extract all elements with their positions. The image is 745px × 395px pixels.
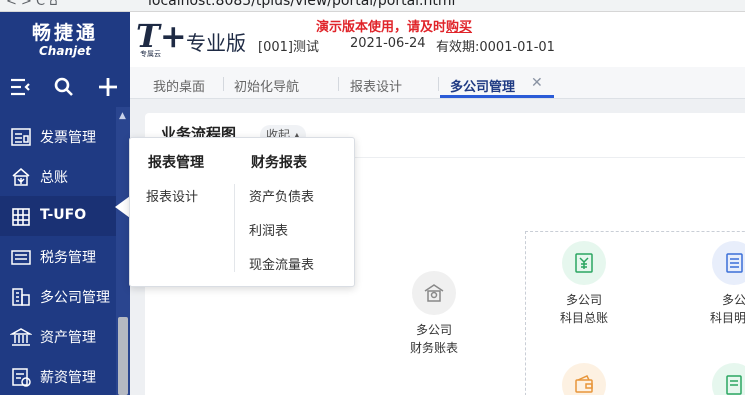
product-logo: T+ 专属云 [136,17,187,58]
tab-init-guide[interactable]: 初始化导航 [234,76,299,95]
asset-icon [10,328,32,346]
node-icon-circle [562,241,606,285]
product-logo-text: T+ [136,17,187,55]
document-icon [726,375,742,395]
browser-toolbar: < > C ⌂ localhost:8085/tplus/view/portal… [0,0,745,12]
invoice-icon [11,128,31,146]
flow-node-document[interactable] [689,363,745,395]
menu-item-cash-flow[interactable]: 现金流量表 [249,254,314,273]
node-label-line1: 多公 [721,293,745,307]
tab-divider [438,77,439,91]
brand-name-cn: 畅捷通 [31,22,98,44]
tab-divider [223,77,224,91]
sidebar-toolbar [0,67,130,107]
sidebar-item-label: 多公司管理 [40,290,110,306]
sidebar-item-label: 税务管理 [40,250,96,266]
wallet-icon [575,375,593,393]
sidebar-item-label: 总账 [40,170,68,186]
sidebar-item-label: 资产管理 [40,330,96,346]
sidebar-item-label: 薪资管理 [40,370,96,386]
tab-divider [338,77,339,91]
menu-group-title: 报表管理 [148,155,204,171]
tab-bar: 我的桌面 初始化导航 报表设计 多公司管理 ✕ [130,67,745,99]
dropdown-pointer [115,196,130,218]
node-icon-circle [712,241,745,285]
product-edition: 专业版 [186,31,246,55]
close-tab-icon[interactable]: ✕ [531,75,543,91]
brand-logo[interactable]: 畅捷通 Chanjet [0,12,130,67]
flow-node-subject-detail[interactable]: 多公 科目明细 [689,241,745,327]
sidebar: 发票管理 总账 T-UFO 税务管理 多公司管理 资产管理 薪资管理 ▲ [0,67,130,395]
yuan-doc-icon [575,253,593,273]
detail-doc-icon [726,253,743,273]
add-icon[interactable] [94,73,122,101]
validity-date: 有效期:0001-01-01 [436,40,555,55]
node-label-line2: 科目总账 [559,311,608,325]
flow-node-financial-books[interactable]: 多公司 财务账表 [389,271,479,357]
active-tab-indicator [440,95,554,98]
menu-item-balance-sheet[interactable]: 资产负债表 [249,186,314,205]
tab-my-desktop[interactable]: 我的桌面 [153,76,205,95]
menu-toggle-icon[interactable] [6,73,34,101]
flow-node-wallet[interactable] [539,363,629,395]
salary-icon [12,368,31,387]
node-label-line2: 财务账表 [409,341,458,355]
scroll-up-icon[interactable]: ▲ [119,111,126,121]
address-bar[interactable]: localhost:8085/tplus/view/portal/portal.… [148,0,455,9]
report-icon [12,208,30,226]
sidebar-item-label: T-UFO [40,207,87,223]
sidebar-scroll-thumb[interactable] [118,317,128,395]
product-logo-sub: 专属云 [140,50,161,58]
tax-icon [11,250,31,265]
t-ufo-flyout-menu: 报表管理 财务报表 报表设计 资产负债表 利润表 现金流量表 [129,137,355,287]
sidebar-item-t-ufo[interactable]: T-UFO [0,196,116,236]
menu-divider [234,184,235,272]
sidebar-item-asset[interactable]: 资产管理 [0,316,116,356]
node-icon-circle [412,271,456,315]
sidebar-item-salary[interactable]: 薪资管理 [0,356,116,395]
node-label-line1: 多公司 [565,293,602,307]
node-icon-circle [712,363,745,395]
brand-name-en: Chanjet [39,44,91,58]
ledger-icon [12,168,30,186]
search-icon[interactable] [50,73,78,101]
node-icon-circle [562,363,606,395]
login-date: 2021-06-24 [350,36,426,51]
buy-link[interactable]: 购买 [446,20,472,35]
app-root: < > C ⌂ localhost:8085/tplus/view/portal… [0,0,745,395]
browser-nav-icons[interactable]: < > C ⌂ [6,0,58,9]
menu-group-title: 财务报表 [251,155,307,171]
tab-report-design[interactable]: 报表设计 [350,76,402,95]
sidebar-item-ledger[interactable]: 总账 [0,156,116,196]
company-icon [12,288,30,306]
menu-item-income-statement[interactable]: 利润表 [249,220,288,239]
app-header: 畅捷通 Chanjet T+ 专属云 专业版 [001]测试 2021-06-2… [0,12,745,67]
account-label[interactable]: [001]测试 [258,36,319,55]
bank-icon [424,284,444,302]
sidebar-item-tax[interactable]: 税务管理 [0,236,116,276]
sidebar-item-label: 发票管理 [40,130,96,146]
sidebar-scrollbar[interactable]: ▲ [116,107,130,395]
sidebar-item-invoice[interactable]: 发票管理 [0,116,116,156]
node-label-line2: 科目明细 [709,311,745,325]
tab-multi-company[interactable]: 多公司管理 [450,76,515,95]
node-label-line1: 多公司 [415,323,452,337]
flow-node-subject-ledger[interactable]: 多公司 科目总账 [539,241,629,327]
sidebar-item-multi-company[interactable]: 多公司管理 [0,276,116,316]
demo-notice-text: 演示版本使用，请及时 [316,20,447,35]
demo-notice: 演示版本使用，请及时购买 [316,16,472,35]
menu-item-report-design[interactable]: 报表设计 [146,186,198,205]
